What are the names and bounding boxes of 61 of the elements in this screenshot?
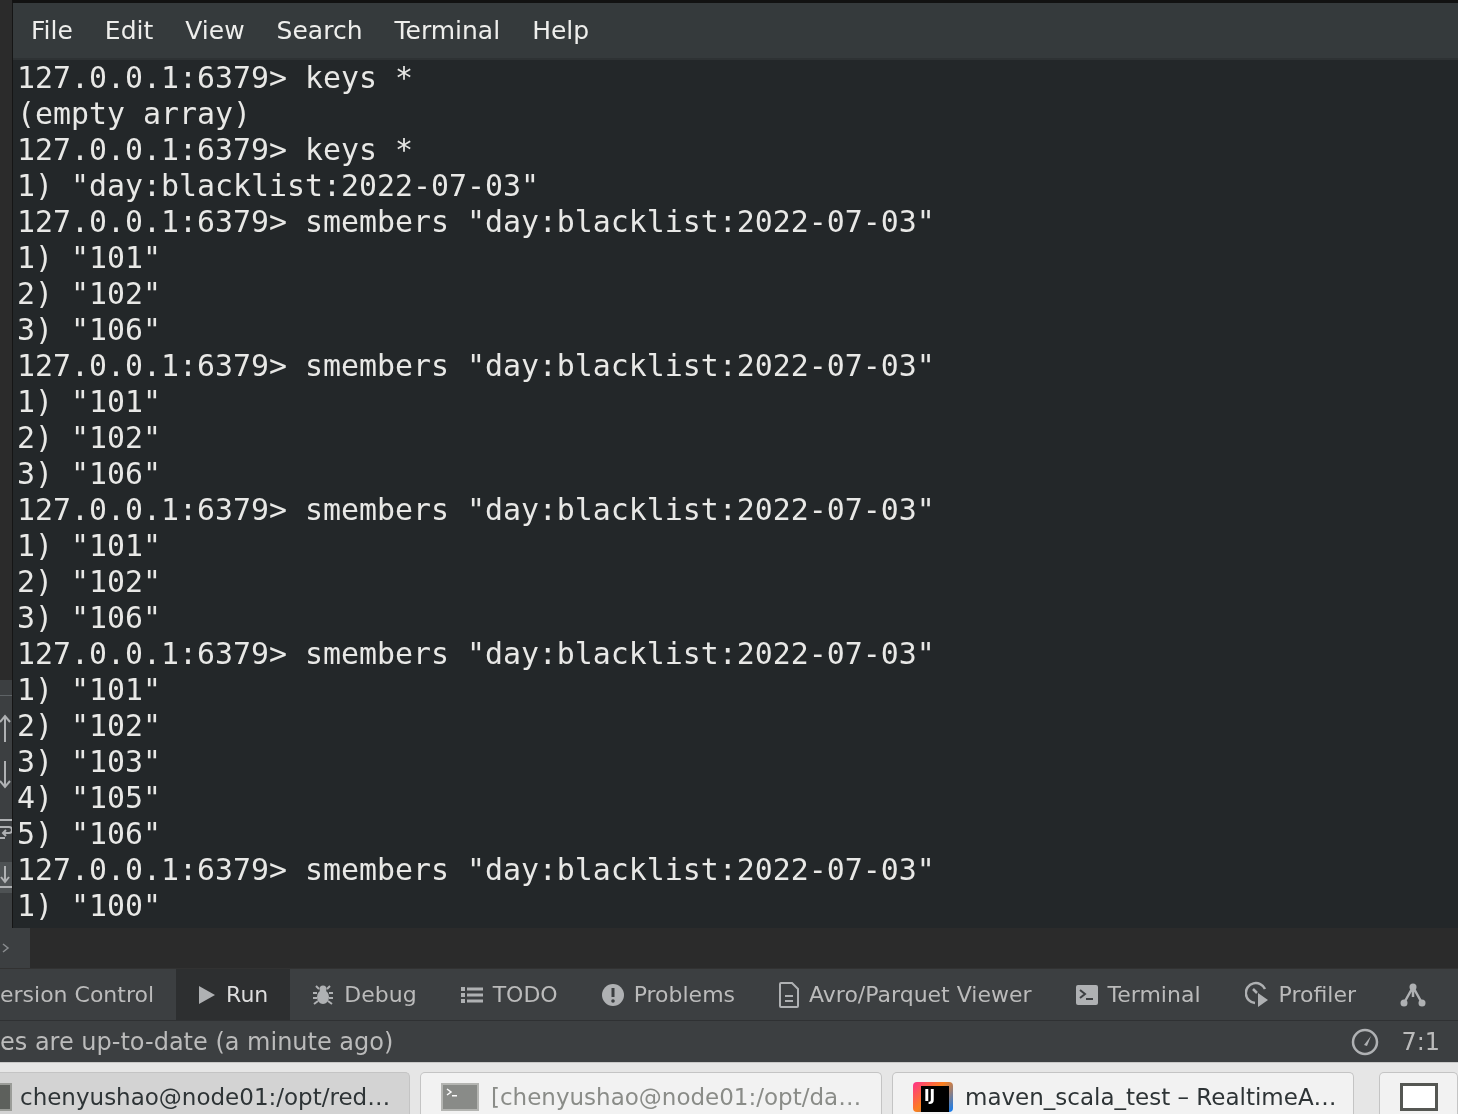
tool-window-tab[interactable]: Avro/Parquet Viewer (757, 969, 1054, 1020)
terminal-line: 3) "103" (17, 744, 162, 780)
exclamation-icon (601, 983, 624, 1006)
tool-window-tab[interactable]: Problems (579, 969, 758, 1020)
terminal-line: 4) "105" (17, 780, 162, 816)
terminal-line: 127.0.0.1:6379> smembers "day:blacklist:2022-07-03" (17, 348, 936, 384)
terminal-line: 3) "106" (17, 312, 162, 348)
tool-window-tab[interactable]: Run (176, 969, 291, 1020)
gauge-icon (1351, 1027, 1380, 1056)
menu-item[interactable]: Edit (88, 16, 170, 45)
list-icon (460, 985, 483, 1004)
terminal-line: 127.0.0.1:6379> smembers "day:blacklist:2022-07-03" (17, 852, 936, 888)
terminal-line: 127.0.0.1:6379> keys * (17, 132, 414, 168)
document-icon (779, 981, 800, 1008)
down-arrow-bar-icon[interactable] (0, 862, 12, 893)
menu-item[interactable]: File (15, 16, 89, 45)
terminal-icon (0, 1082, 12, 1111)
terminal-line: 2) "102" (17, 276, 162, 312)
terminal-line: 2) "102" (17, 420, 162, 456)
terminal-line: 127.0.0.1:6379> smembers "day:blacklist:2022-07-03" (17, 636, 936, 672)
tool-window-tab[interactable]: ersion Control (0, 969, 177, 1020)
terminal-line: 1) "day:blacklist:2022-07-03" (17, 168, 540, 204)
menu-item[interactable]: Help (516, 16, 606, 45)
terminal-line: (empty array) (17, 96, 252, 132)
terminal-line: 1) "101" (17, 528, 162, 564)
terminal-line: 127.0.0.1:6379> smembers "day:blacklist:2022-07-03" (17, 492, 936, 528)
tool-window-tab[interactable]: Debug (290, 969, 439, 1020)
terminal-line: 1) "101" (17, 384, 162, 420)
terminal-icon (441, 1082, 479, 1111)
terminal-line: 5) "106" (17, 816, 162, 852)
play-icon (198, 984, 217, 1005)
terminal-line: 127.0.0.1:6379> keys * (17, 60, 414, 96)
bug-icon (312, 983, 335, 1006)
branch-graph-icon (1399, 982, 1426, 1007)
terminal-line: 127.0.0.1:6379> smembers "day:blacklist:2022-07-03" (17, 204, 936, 240)
app-logo-icon: IJ (913, 1081, 953, 1112)
gauge-play-icon (1244, 981, 1269, 1008)
taskbar-button[interactable] (1379, 1072, 1458, 1114)
menu-item[interactable]: View (169, 16, 261, 45)
down-arrow-icon[interactable] (0, 760, 12, 790)
terminal-line: 3) "106" (17, 456, 162, 492)
taskbar-button[interactable]: chenyushao@node01:/opt/red… (0, 1072, 410, 1114)
terminal-line: 1) "101" (17, 240, 162, 276)
chevron-icon[interactable] (0, 942, 12, 954)
wrap-icon[interactable] (0, 818, 12, 840)
taskbar-button[interactable]: IJ maven_scala_test – RealtimeA… (892, 1072, 1354, 1114)
terminal-line: 2) "102" (17, 708, 162, 744)
terminal-line: 1) "100" (17, 888, 162, 924)
tool-window-tab[interactable]: TODO (438, 969, 580, 1020)
terminal-line: 3) "106" (17, 600, 162, 636)
terminal-icon (1075, 984, 1098, 1005)
up-arrow-icon[interactable] (0, 713, 12, 743)
cursor-position[interactable]: 7:1 (1401, 1027, 1440, 1056)
status-message: es are up-to-date (a minute ago) (0, 1027, 394, 1056)
window-icon (1400, 1082, 1438, 1111)
terminal-line: 1) "101" (17, 672, 162, 708)
menu-item[interactable]: Search (260, 16, 379, 45)
terminal-line: 2) "102" (17, 564, 162, 600)
tool-window-tab[interactable]: Terminal (1053, 969, 1223, 1020)
menu-item[interactable]: Terminal (378, 16, 517, 45)
tool-window-tab[interactable]: Profiler (1222, 969, 1378, 1020)
